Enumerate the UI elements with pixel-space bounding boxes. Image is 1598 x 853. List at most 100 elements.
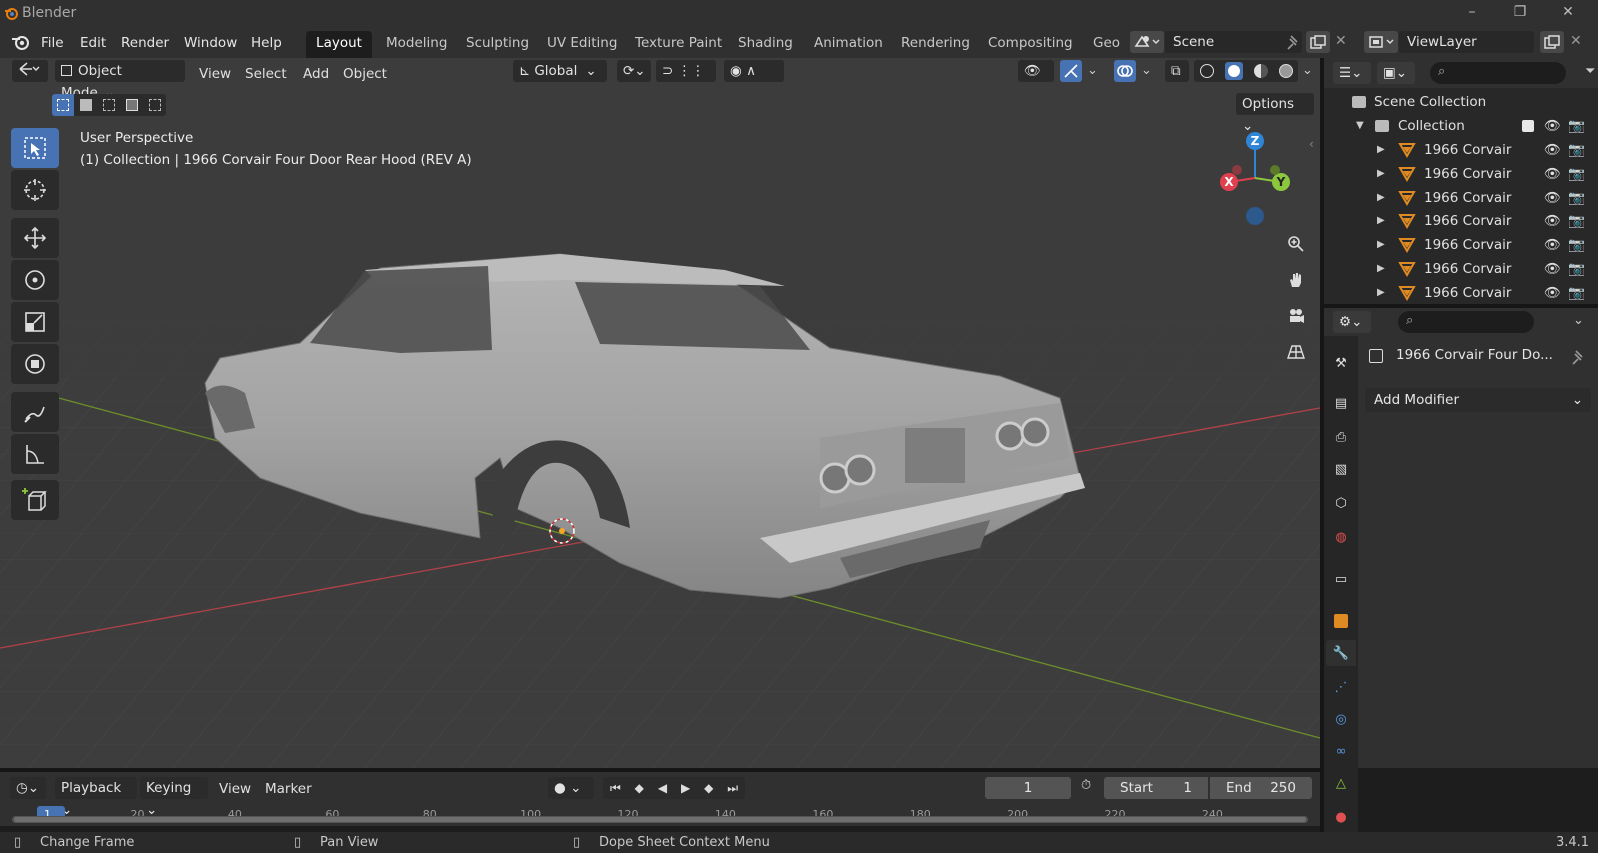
start-frame-field[interactable]: Start 1 xyxy=(1104,777,1208,799)
viewport-menu-view[interactable]: View xyxy=(199,64,231,84)
timeline-menu-keying[interactable]: Keying ⌄ xyxy=(140,777,208,818)
annotate-tool[interactable] xyxy=(11,392,59,432)
outliner-object-row[interactable]: ▶ 1966 Corvair Fo 👁 📷 xyxy=(1324,138,1598,162)
jump-keyframe-back-icon[interactable]: ◆ xyxy=(635,781,644,795)
tab-compositing[interactable]: Compositing xyxy=(978,31,1083,55)
modifiers-tab[interactable]: 🔧 xyxy=(1326,640,1356,666)
pivot-point-dropdown[interactable]: ⟳⌄ xyxy=(617,60,651,82)
outliner-collection[interactable]: ▼ Collection 👁 📷 xyxy=(1324,114,1598,138)
camera-view-button[interactable] xyxy=(1281,301,1311,331)
view-layer-tab[interactable]: ▧ xyxy=(1329,456,1353,482)
expand-arrow-right-icon[interactable]: ▶ xyxy=(1377,281,1385,305)
camera-render-icon[interactable]: 📷 xyxy=(1568,186,1585,210)
tab-texture-paint[interactable]: Texture Paint xyxy=(625,31,732,55)
outliner-object-row[interactable]: ▶ 1966 Corvair Fo 👁 📷 xyxy=(1324,162,1598,186)
viewport-menu-object[interactable]: Object xyxy=(343,64,387,84)
camera-render-icon[interactable]: 📷 xyxy=(1568,281,1585,305)
timeline-menu-playback[interactable]: Playback ⌄ xyxy=(55,777,137,818)
select-invert-icon[interactable] xyxy=(120,99,143,111)
chevron-down-icon[interactable]: ⌄ xyxy=(1087,63,1098,78)
scene-tab[interactable]: ⬡ xyxy=(1329,490,1353,516)
delete-view-layer-icon[interactable]: ✕ xyxy=(1570,33,1582,49)
camera-render-icon[interactable]: 📷 xyxy=(1568,257,1585,281)
expand-arrow-right-icon[interactable]: ▶ xyxy=(1377,162,1385,186)
jump-end-icon[interactable]: ⏭ xyxy=(727,781,738,796)
outliner-object-row[interactable]: ▶ 1966 Corvair Fo 👁 📷 xyxy=(1324,257,1598,281)
camera-render-icon[interactable]: 📷 xyxy=(1568,233,1585,257)
tool-tab[interactable]: ⚒ xyxy=(1329,350,1353,376)
select-extend-icon[interactable] xyxy=(74,99,97,111)
collection-tab[interactable]: ▭ xyxy=(1329,566,1353,592)
physics-tab[interactable]: ◎ xyxy=(1329,706,1353,732)
constraints-tab[interactable]: ∞ xyxy=(1329,738,1353,764)
play-reverse-icon[interactable]: ◀ xyxy=(658,781,667,795)
minimize-button[interactable]: – xyxy=(1452,0,1492,26)
eye-icon[interactable]: 👁 xyxy=(1544,162,1561,186)
new-view-layer-button[interactable] xyxy=(1540,31,1564,53)
camera-render-icon[interactable]: 📷 xyxy=(1568,209,1585,233)
proportional-editing-toggle[interactable]: ◉ ∧ xyxy=(724,60,784,82)
wireframe-shading-icon[interactable] xyxy=(1199,64,1214,78)
filter-icon[interactable]: ⏷ xyxy=(1585,64,1595,79)
outliner-object-row[interactable]: ▶ 1966 Corvair Fo 👁 📷 xyxy=(1324,281,1598,305)
menu-help[interactable]: Help xyxy=(251,33,282,53)
projection-toggle-button[interactable] xyxy=(1281,337,1311,367)
rendered-shading-icon[interactable] xyxy=(1278,64,1293,78)
timeline-editor-type[interactable]: ◷⌄ xyxy=(10,777,46,799)
outliner-display-mode[interactable]: ▣⌄ xyxy=(1377,62,1415,84)
eye-icon[interactable]: 👁 xyxy=(1544,186,1561,210)
menu-window[interactable]: Window xyxy=(184,33,237,53)
tab-shading[interactable]: Shading xyxy=(728,31,803,55)
tab-uv-editing[interactable]: UV Editing xyxy=(537,31,627,55)
view-layer-selector-button[interactable] xyxy=(1364,31,1398,53)
navigation-gizmo[interactable]: Z X Y xyxy=(1215,130,1295,230)
outliner-object-row[interactable]: ▶ 1966 Corvair Fo 👁 📷 xyxy=(1324,186,1598,210)
chevron-down-icon[interactable]: ⌄ xyxy=(1302,63,1313,78)
options-dropdown[interactable]: Options ⌄ xyxy=(1236,93,1314,134)
eye-icon[interactable]: 👁 xyxy=(1544,281,1561,305)
object-tab[interactable] xyxy=(1329,608,1353,634)
jump-start-icon[interactable]: ⏮ xyxy=(610,781,621,796)
viewport-menu-select[interactable]: Select xyxy=(245,64,287,84)
expand-arrow-right-icon[interactable]: ▶ xyxy=(1377,257,1385,281)
delete-scene-icon[interactable]: ✕ xyxy=(1335,33,1347,49)
properties-search-input[interactable]: ⌕ xyxy=(1398,311,1534,333)
exclude-checkbox-icon[interactable] xyxy=(1522,120,1534,132)
scene-selector-button[interactable] xyxy=(1130,31,1164,53)
select-box-tool[interactable] xyxy=(11,128,59,168)
current-frame-field[interactable]: 1 xyxy=(985,777,1071,799)
overlays-toggle[interactable] xyxy=(1114,60,1136,82)
transform-orientation-dropdown[interactable]: ⊾ Global ⌄ xyxy=(513,60,607,82)
chevron-down-icon[interactable]: ⌄ xyxy=(1141,63,1152,78)
move-tool[interactable] xyxy=(11,218,59,258)
particles-tab[interactable]: ⋰ xyxy=(1329,674,1353,700)
mode-selector[interactable]: Object Mode ⌄ xyxy=(55,60,185,101)
scale-tool[interactable] xyxy=(11,302,59,342)
timeline-menu-marker[interactable]: Marker xyxy=(265,778,312,800)
add-modifier-dropdown[interactable]: Add Modifier ⌄ xyxy=(1365,388,1591,412)
tab-modeling[interactable]: Modeling xyxy=(376,31,457,55)
tab-rendering[interactable]: Rendering xyxy=(891,31,980,55)
add-cube-tool[interactable] xyxy=(11,480,59,520)
camera-render-icon[interactable]: 📷 xyxy=(1568,138,1585,162)
view-layer-name-field[interactable]: ViewLayer xyxy=(1399,31,1534,53)
eye-icon[interactable]: 👁 xyxy=(1544,209,1561,233)
cursor-tool[interactable] xyxy=(11,170,59,210)
render-tab[interactable]: ▤ xyxy=(1329,390,1353,416)
camera-render-icon[interactable]: 📷 xyxy=(1568,114,1585,138)
sidebar-toggle-chevron-icon[interactable]: ‹ xyxy=(1309,137,1314,151)
viewport-menu-add[interactable]: Add xyxy=(303,64,329,84)
play-icon[interactable]: ▶ xyxy=(681,781,690,795)
blender-menu-icon[interactable] xyxy=(10,33,32,51)
tab-sculpting[interactable]: Sculpting xyxy=(456,31,539,55)
rotate-tool[interactable] xyxy=(11,260,59,300)
scrollbar-thumb[interactable] xyxy=(14,817,1306,822)
snapping-toggle[interactable]: ⊃ ⋮⋮ xyxy=(656,60,716,82)
editor-type-button[interactable] xyxy=(12,60,48,82)
outliner-search-input[interactable]: ⌕ xyxy=(1430,62,1566,84)
jump-keyframe-forward-icon[interactable]: ◆ xyxy=(704,781,713,795)
scene-name-field[interactable]: Scene xyxy=(1165,31,1302,53)
expand-arrow-right-icon[interactable]: ▶ xyxy=(1377,138,1385,162)
outliner-editor-type[interactable]: ☰⌄ xyxy=(1333,62,1371,84)
measure-tool[interactable] xyxy=(11,434,59,474)
